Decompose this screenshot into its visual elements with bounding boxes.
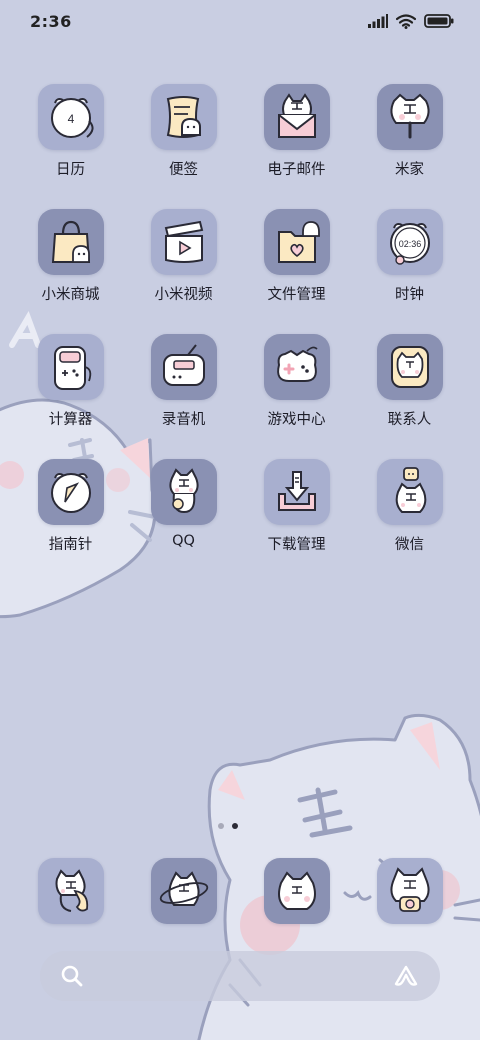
dock xyxy=(14,858,466,924)
app-recorder[interactable]: 录音机 xyxy=(127,334,240,459)
phone-icon xyxy=(37,858,104,924)
mijia-icon xyxy=(376,84,443,150)
app-game-center[interactable]: 游戏中心 xyxy=(240,334,353,459)
page-dot[interactable] xyxy=(218,823,224,829)
notes-icon xyxy=(150,84,217,150)
folder-icon xyxy=(263,209,330,275)
app-email[interactable]: 电子邮件 xyxy=(240,84,353,209)
messages-icon xyxy=(263,858,330,924)
wifi-icon xyxy=(396,13,416,29)
assistant-icon[interactable] xyxy=(392,964,420,988)
app-wechat[interactable]: 微信 xyxy=(353,459,466,584)
page-dot-active[interactable] xyxy=(232,823,238,829)
calendar-date: 4 xyxy=(67,112,74,126)
app-mi-video[interactable]: 小米视频 xyxy=(127,209,240,334)
app-label: QQ xyxy=(172,533,195,549)
download-icon xyxy=(263,459,330,525)
app-label: 游戏中心 xyxy=(267,412,326,428)
app-label: 联系人 xyxy=(387,412,432,428)
dock-messages[interactable] xyxy=(240,858,353,924)
camera-icon xyxy=(376,858,443,924)
app-label: 便签 xyxy=(169,162,198,178)
app-label: 小米视频 xyxy=(154,287,213,303)
app-label: 时钟 xyxy=(395,287,424,303)
signal-icon xyxy=(368,14,388,28)
app-label: 日历 xyxy=(56,162,85,178)
app-label: 文件管理 xyxy=(267,287,326,303)
clock-time: 02:36 xyxy=(398,239,421,249)
clock-icon: 02:36 xyxy=(376,209,443,275)
app-clock[interactable]: 02:36 时钟 xyxy=(353,209,466,334)
app-file-manager[interactable]: 文件管理 xyxy=(240,209,353,334)
search-bar[interactable] xyxy=(40,951,440,1001)
browser-icon xyxy=(150,858,217,924)
dock-browser[interactable] xyxy=(127,858,240,924)
battery-icon xyxy=(424,14,454,28)
app-label: 下载管理 xyxy=(267,537,326,553)
calculator-icon xyxy=(37,334,104,400)
app-contacts[interactable]: 联系人 xyxy=(353,334,466,459)
app-label: 指南针 xyxy=(48,537,93,553)
recorder-icon xyxy=(150,334,217,400)
calendar-icon: 4 xyxy=(37,84,104,150)
dock-camera[interactable] xyxy=(353,858,466,924)
app-label: 小米商城 xyxy=(41,287,100,303)
app-compass[interactable]: 指南针 xyxy=(14,459,127,584)
compass-icon xyxy=(37,459,104,525)
status-bar: 2:36 xyxy=(0,0,480,42)
status-time: 2:36 xyxy=(30,11,72,31)
app-downloads[interactable]: 下载管理 xyxy=(240,459,353,584)
app-calendar[interactable]: 4 日历 xyxy=(14,84,127,209)
contacts-icon xyxy=(376,334,443,400)
app-label: 微信 xyxy=(395,537,424,553)
search-icon[interactable] xyxy=(60,964,84,988)
app-mi-store[interactable]: 小米商城 xyxy=(14,209,127,334)
page-indicator xyxy=(218,823,238,829)
app-label: 录音机 xyxy=(161,412,206,428)
app-qq[interactable]: QQ xyxy=(127,459,240,584)
app-label: 米家 xyxy=(395,162,424,178)
app-calculator[interactable]: 计算器 xyxy=(14,334,127,459)
app-grid: 4 日历 便签 电子邮件 米家 小米商城 小米视频 文件管理 02:36 时钟 … xyxy=(14,84,466,584)
wechat-icon xyxy=(376,459,443,525)
email-icon xyxy=(263,84,330,150)
gamepad-icon xyxy=(263,334,330,400)
qq-icon xyxy=(150,459,217,525)
status-icons xyxy=(368,13,454,29)
app-mijia[interactable]: 米家 xyxy=(353,84,466,209)
app-notes[interactable]: 便签 xyxy=(127,84,240,209)
app-label: 电子邮件 xyxy=(267,162,326,178)
video-icon xyxy=(150,209,217,275)
shopping-bag-icon xyxy=(37,209,104,275)
dock-phone[interactable] xyxy=(14,858,127,924)
app-label: 计算器 xyxy=(48,412,93,428)
